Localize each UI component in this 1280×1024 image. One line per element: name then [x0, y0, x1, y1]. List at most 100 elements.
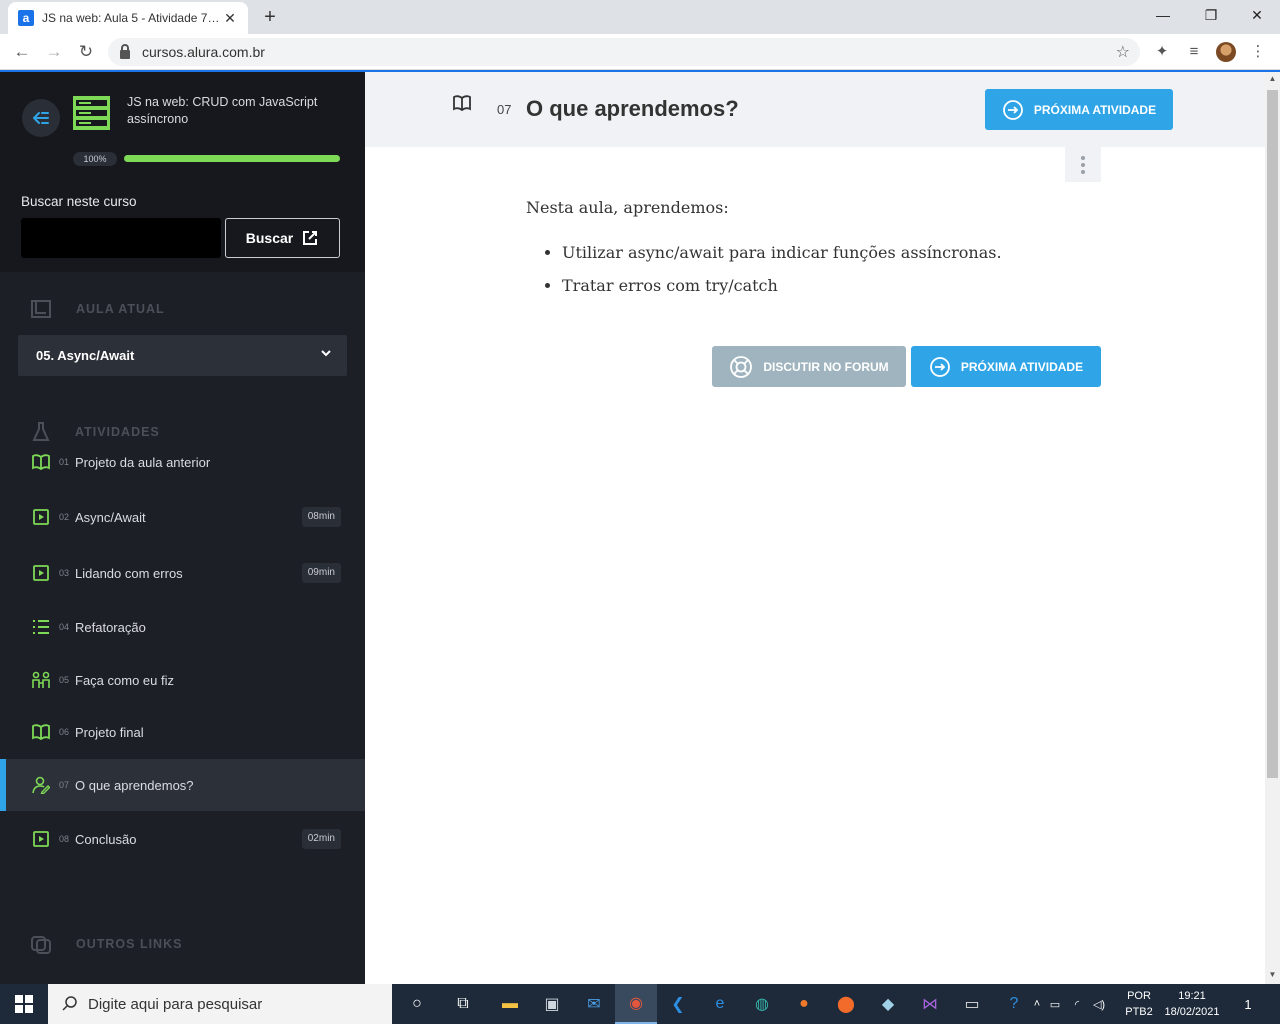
video-icon: [33, 831, 49, 847]
scrollbar-thumb[interactable]: [1267, 90, 1278, 778]
book-icon: [32, 724, 50, 741]
media-control-icon[interactable]: ≡: [1184, 42, 1204, 62]
tab-title: JS na web: Aula 5 - Atividade 7 O que ap…: [42, 11, 222, 25]
browser-tab[interactable]: a JS na web: Aula 5 - Atividade 7 O que …: [8, 2, 248, 34]
page-scrollbar[interactable]: ▲ ▼: [1265, 72, 1280, 984]
activity-item[interactable]: 03 Lidando com erros 09min: [0, 547, 365, 599]
back-arrow-icon: [33, 112, 49, 124]
chrome-icon[interactable]: ◉: [615, 984, 657, 1024]
internet-explorer-icon[interactable]: e: [699, 984, 741, 1024]
window-close-button[interactable]: ✕: [1234, 0, 1280, 32]
more-options-icon[interactable]: [1065, 147, 1101, 182]
file-explorer-icon[interactable]: ▬: [489, 984, 531, 1024]
bookmark-star-icon[interactable]: ☆: [1116, 42, 1130, 62]
activity-text: Nesta aula, aprendemos: Utilizar async/a…: [526, 198, 1101, 309]
activity-name: Projeto final: [75, 724, 144, 740]
search-button[interactable]: Buscar: [225, 218, 340, 258]
new-tab-button[interactable]: +: [258, 6, 282, 30]
address-bar[interactable]: cursos.alura.com.br ☆: [108, 38, 1140, 66]
clock[interactable]: 19:21 18/02/2021: [1160, 988, 1224, 1020]
vscode-icon[interactable]: ❮: [657, 984, 699, 1024]
learned-list: Utilizar async/await para indicar funçõe…: [526, 243, 1101, 295]
mail-icon[interactable]: ✉: [573, 984, 615, 1024]
firefox-icon[interactable]: ●: [783, 984, 825, 1024]
next-activity-button-top[interactable]: PRÓXIMA ATIVIDADE: [985, 89, 1173, 130]
course-search-input[interactable]: [21, 218, 221, 258]
clock-time: 19:21: [1178, 990, 1206, 1002]
activity-item[interactable]: 08 Conclusão 02min: [0, 813, 365, 865]
activity-item[interactable]: 01 Projeto da aula anterior: [0, 436, 365, 488]
sidebar-header: JS na web: CRUD com JavaScript assíncron…: [0, 72, 365, 272]
lifebuoy-icon: [730, 355, 753, 378]
edge-icon[interactable]: ◍: [741, 984, 783, 1024]
video-icon: [33, 509, 49, 525]
battery-icon[interactable]: ▭: [1044, 998, 1066, 1011]
network-icon[interactable]: ◜: [1066, 998, 1088, 1011]
lang-bottom: PTB2: [1125, 1006, 1153, 1018]
activity-duration: 09min: [301, 563, 341, 583]
course-title[interactable]: JS na web: CRUD com JavaScript assíncron…: [127, 94, 337, 128]
task-view-icon[interactable]: ⧉: [442, 984, 484, 1024]
arrow-circle-right-icon: [929, 356, 950, 377]
alura-favicon-icon: a: [18, 10, 34, 26]
chevron-down-icon: [321, 350, 331, 357]
scroll-up-icon[interactable]: ▲: [1265, 74, 1280, 83]
next-activity-label-bottom: PRÓXIMA ATIVIDADE: [960, 359, 1084, 374]
activity-number: 01: [59, 457, 70, 467]
activity-item[interactable]: 07 O que aprendemos?: [0, 759, 365, 811]
notification-center-icon[interactable]: 1: [1230, 984, 1266, 1024]
activity-item[interactable]: 04 Refatoração: [0, 601, 365, 653]
terminal-icon[interactable]: ▭: [951, 984, 993, 1024]
activity-name: Projeto da aula anterior: [75, 454, 211, 470]
input-language[interactable]: POR PTB2: [1122, 988, 1156, 1020]
forward-arrow-icon[interactable]: →: [42, 40, 66, 64]
notes-app-icon[interactable]: ◆: [867, 984, 909, 1024]
visual-studio-icon[interactable]: ⋈: [909, 984, 951, 1024]
extensions-icon[interactable]: ✦: [1152, 42, 1172, 62]
postman-icon[interactable]: ⬤: [825, 984, 867, 1024]
activity-item[interactable]: 05 Faça como eu fiz: [0, 654, 365, 706]
minimize-button[interactable]: —: [1140, 0, 1186, 32]
people-icon: [32, 671, 50, 688]
tray-expand-icon[interactable]: ˄: [1030, 998, 1044, 1010]
cortana-icon[interactable]: ○: [396, 984, 438, 1024]
activity-name: Async/Await: [75, 509, 146, 525]
progress-percent: 100%: [73, 152, 117, 166]
activity-item[interactable]: 06 Projeto final: [0, 706, 365, 758]
tab-close-icon[interactable]: ✕: [222, 10, 238, 27]
learner-icon: [32, 776, 50, 794]
reload-icon[interactable]: ↻: [74, 40, 98, 64]
next-activity-button-bottom[interactable]: PRÓXIMA ATIVIDADE: [911, 346, 1101, 387]
list-item: Utilizar async/await para indicar funçõe…: [562, 243, 1101, 262]
scroll-down-icon[interactable]: ▼: [1265, 970, 1280, 979]
store-icon[interactable]: ▣: [531, 984, 573, 1024]
activity-number: 05: [59, 675, 70, 685]
back-arrow-icon[interactable]: ←: [10, 40, 34, 64]
volume-icon[interactable]: ◁): [1088, 998, 1110, 1011]
search-label: Buscar neste curso: [21, 194, 137, 209]
url-text: cursos.alura.com.br: [142, 44, 265, 60]
course-server-icon: [73, 96, 110, 130]
activity-number: 08: [59, 834, 70, 844]
lesson-book-icon: [31, 300, 51, 318]
back-to-course-button[interactable]: [22, 99, 60, 137]
page-title: O que aprendemos?: [526, 96, 739, 121]
activity-item[interactable]: 02 Async/Await 08min: [0, 491, 365, 543]
activity-duration: 08min: [301, 507, 341, 527]
help-icon[interactable]: ?: [993, 984, 1035, 1024]
profile-avatar[interactable]: [1216, 42, 1236, 62]
browser-menu-icon[interactable]: ⋮: [1248, 42, 1268, 62]
discuss-forum-button[interactable]: DISCUTIR NO FORUM: [712, 346, 906, 387]
other-links-heading-label: OUTROS LINKS: [76, 937, 183, 951]
taskbar-search-placeholder: Digite aqui para pesquisar: [88, 995, 263, 1013]
search-button-label: Buscar: [245, 230, 294, 246]
video-icon: [33, 565, 49, 581]
start-button[interactable]: [0, 984, 48, 1024]
taskbar-search[interactable]: Digite aqui para pesquisar: [48, 984, 392, 1024]
restore-button[interactable]: ❐: [1188, 0, 1234, 32]
activity-duration: 02min: [301, 829, 341, 849]
activity-header: 07 O que aprendemos? PRÓXIMA ATIVIDADE: [365, 72, 1265, 147]
course-sidebar: JS na web: CRUD com JavaScript assíncron…: [0, 72, 365, 984]
lock-icon: [120, 43, 130, 59]
lesson-dropdown[interactable]: 05. Async/Await: [18, 335, 347, 376]
